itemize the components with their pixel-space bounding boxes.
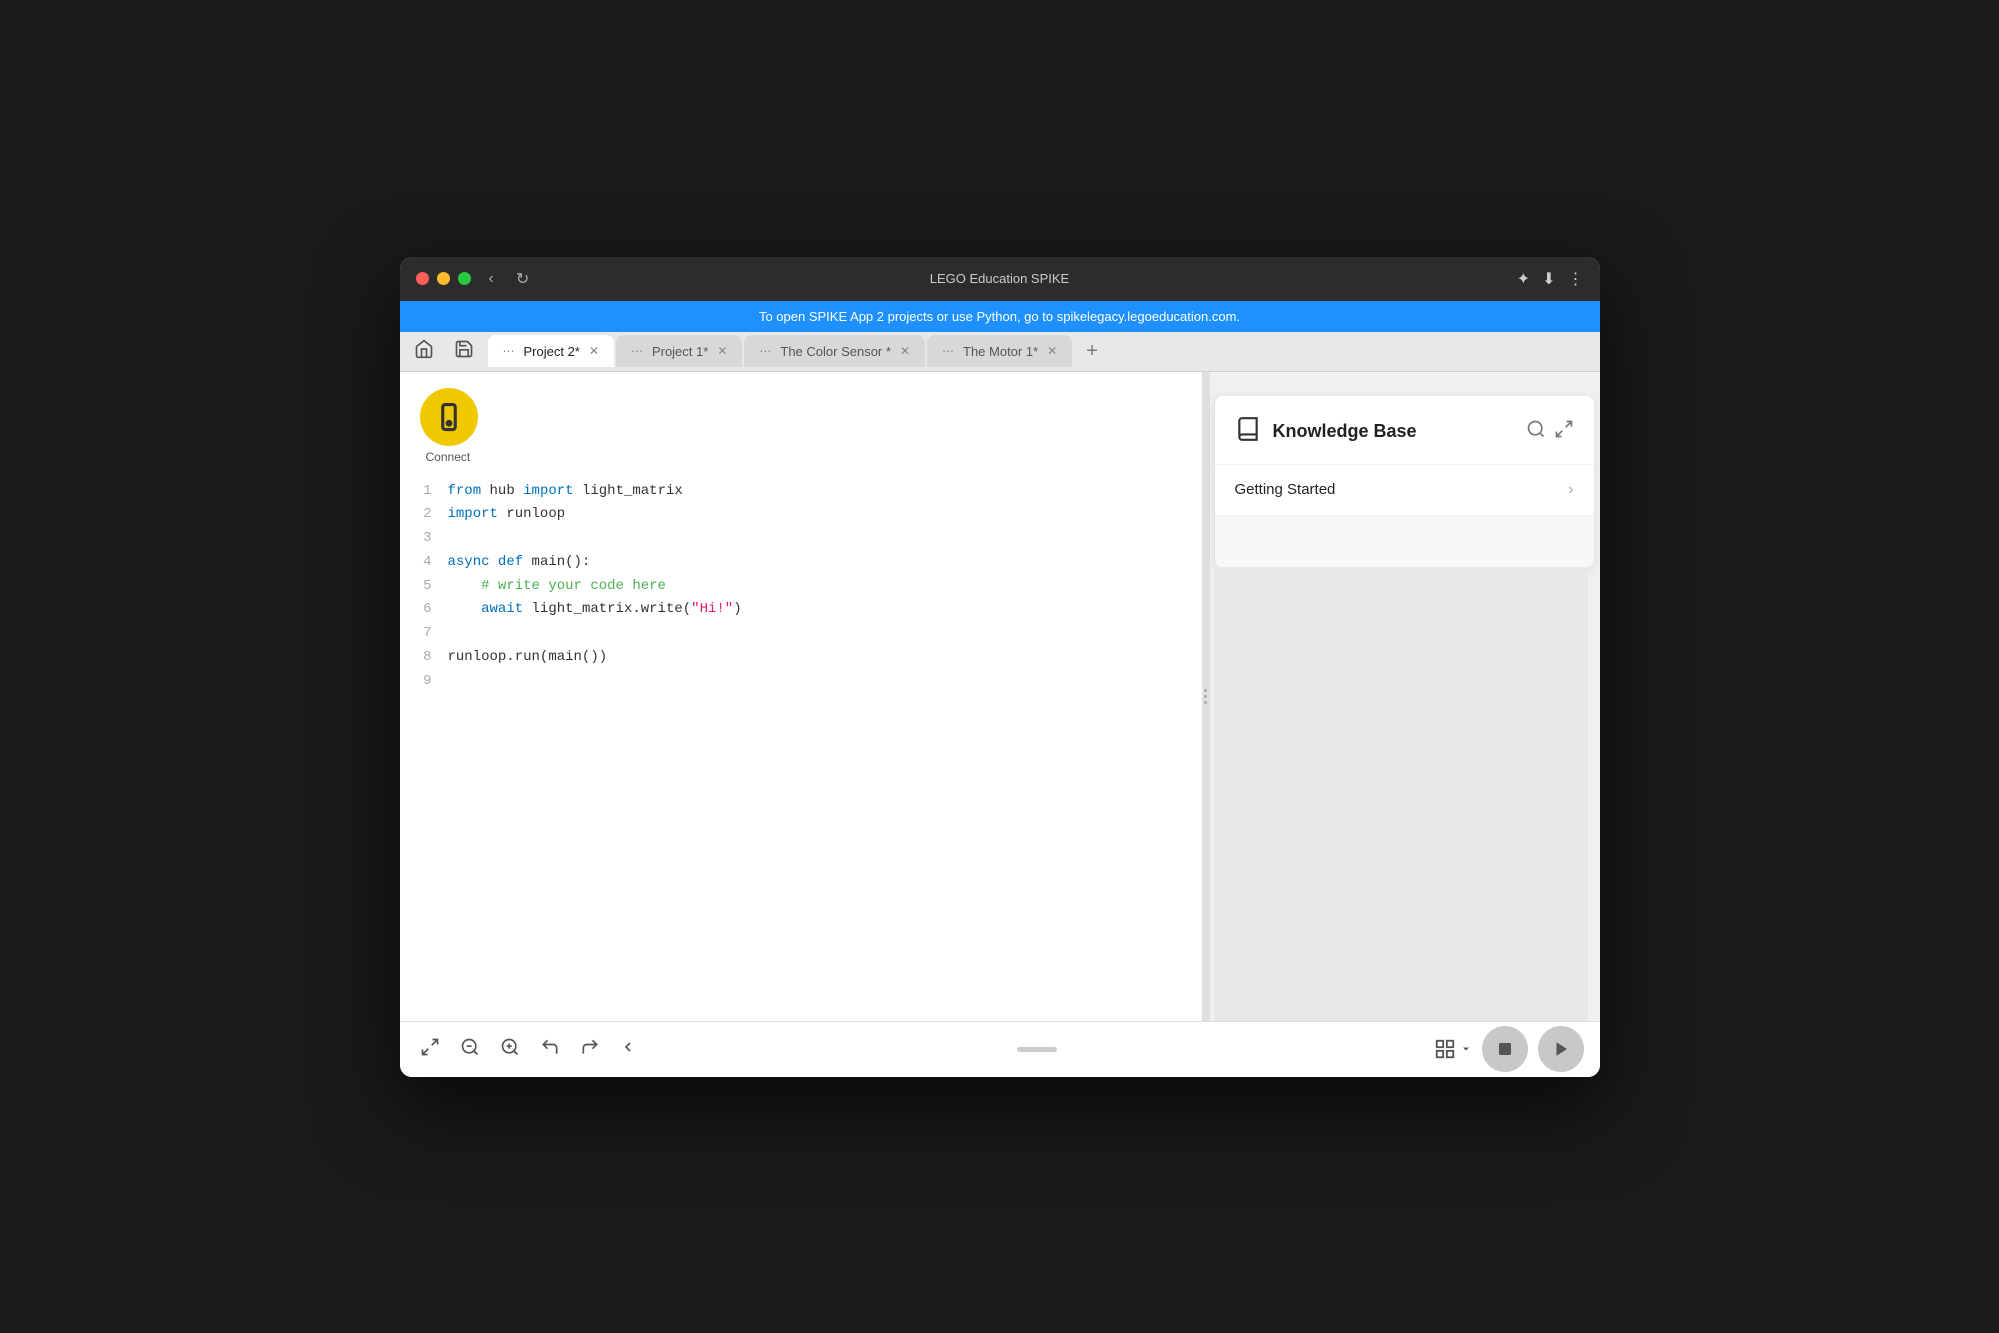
bottom-tools-left	[416, 1033, 640, 1066]
app-window: ‹ ↻ LEGO Education SPIKE ✦ ⬇ ⋮ To open S…	[400, 257, 1600, 1077]
connect-label: Connect	[426, 450, 471, 464]
window-title: LEGO Education SPIKE	[930, 271, 1069, 286]
more-options-button[interactable]: ⋮	[1567, 269, 1583, 289]
kb-header-actions	[1526, 419, 1574, 444]
undo-button[interactable]	[536, 1033, 564, 1066]
tabbar-left	[408, 337, 480, 366]
play-button[interactable]	[1538, 1026, 1584, 1072]
stop-button[interactable]	[1482, 1026, 1528, 1072]
window-controls	[416, 272, 471, 285]
kb-header: Knowledge Base	[1215, 396, 1594, 465]
code-editor[interactable]: 1 from hub import light_matrix 2 import …	[400, 472, 1202, 1021]
tab-project2[interactable]: ⋯ Project 2* ✕	[488, 335, 614, 367]
bottom-toolbar	[400, 1021, 1600, 1077]
close-window-button[interactable]	[416, 272, 429, 285]
tab-menu-button[interactable]: ⋯	[500, 344, 518, 358]
tab-menu-button[interactable]: ⋯	[939, 344, 957, 358]
book-icon	[1235, 416, 1261, 448]
tab-bar: ⋯ Project 2* ✕ ⋯ Project 1* ✕ ⋯ The Colo…	[400, 332, 1600, 372]
collapse-button[interactable]	[616, 1035, 640, 1064]
tab-motor[interactable]: ⋯ The Motor 1* ✕	[927, 335, 1072, 367]
zoom-out-button[interactable]	[456, 1033, 484, 1066]
bottom-center	[640, 1047, 1434, 1052]
code-line-8: 8 runloop.run(main())	[416, 646, 1186, 670]
code-line-7: 7	[416, 622, 1186, 646]
back-button[interactable]: ‹	[483, 267, 500, 291]
code-line-5: 5 # write your code here	[416, 575, 1186, 599]
kb-empty-area	[1215, 516, 1594, 567]
download-button[interactable]: ⬇	[1542, 269, 1555, 289]
maximize-window-button[interactable]	[458, 272, 471, 285]
chevron-right-icon: ›	[1568, 481, 1573, 499]
zoom-in-button[interactable]	[496, 1033, 524, 1066]
save-button[interactable]	[448, 337, 480, 366]
bottom-tools-right	[1434, 1026, 1584, 1072]
code-line-6: 6 await light_matrix.write("Hi!")	[416, 598, 1186, 622]
connect-area: Connect	[400, 372, 1202, 472]
tab-close-button[interactable]: ✕	[714, 344, 730, 358]
knowledge-base-panel: Knowledge Base	[1214, 396, 1594, 567]
kb-search-button[interactable]	[1526, 419, 1546, 444]
code-line-9: 9	[416, 670, 1186, 694]
code-line-3: 3	[416, 527, 1186, 551]
refresh-button[interactable]: ↻	[510, 267, 535, 291]
extensions-button[interactable]: ✦	[1517, 269, 1530, 289]
tab-menu-button[interactable]: ⋯	[756, 344, 774, 358]
tab-close-button[interactable]: ✕	[1044, 344, 1060, 358]
info-banner: To open SPIKE App 2 projects or use Pyth…	[400, 301, 1600, 332]
tabs-container: ⋯ Project 2* ✕ ⋯ Project 1* ✕ ⋯ The Colo…	[488, 335, 1592, 367]
titlebar-actions: ✦ ⬇ ⋮	[1517, 269, 1584, 289]
drag-handle[interactable]	[1017, 1047, 1057, 1052]
fullscreen-button[interactable]	[416, 1033, 444, 1066]
code-line-1: 1 from hub import light_matrix	[416, 480, 1186, 504]
kb-item-getting-started[interactable]: Getting Started ›	[1215, 465, 1594, 516]
kb-container: Knowledge Base	[1210, 372, 1600, 1021]
kb-title: Knowledge Base	[1273, 421, 1417, 442]
kb-expand-button[interactable]	[1554, 419, 1574, 444]
tab-menu-button[interactable]: ⋯	[628, 344, 646, 358]
resize-handle[interactable]	[1202, 372, 1210, 1021]
code-line-4: 4 async def main():	[416, 551, 1186, 575]
tab-close-button[interactable]: ✕	[586, 344, 602, 358]
tab-project1[interactable]: ⋯ Project 1* ✕	[616, 335, 742, 367]
tab-close-button[interactable]: ✕	[897, 344, 913, 358]
code-editor-area: Connect 1 from hub import light_matrix 2…	[400, 372, 1202, 1021]
connect-button[interactable]	[420, 388, 478, 446]
main-content: Connect 1 from hub import light_matrix 2…	[400, 372, 1600, 1021]
titlebar: ‹ ↻ LEGO Education SPIKE ✦ ⬇ ⋮	[400, 257, 1600, 301]
home-button[interactable]	[408, 337, 440, 366]
code-line-2: 2 import runloop	[416, 503, 1186, 527]
nav-controls: ‹ ↻	[483, 267, 536, 291]
kb-items-list: Getting Started › API Modules ›	[1215, 465, 1594, 516]
kb-lower-area	[1214, 567, 1588, 1021]
redo-button[interactable]	[576, 1033, 604, 1066]
grid-view-button[interactable]	[1434, 1038, 1472, 1060]
add-tab-button[interactable]: +	[1078, 340, 1106, 363]
tab-color-sensor[interactable]: ⋯ The Color Sensor * ✕	[744, 335, 925, 367]
minimize-window-button[interactable]	[437, 272, 450, 285]
